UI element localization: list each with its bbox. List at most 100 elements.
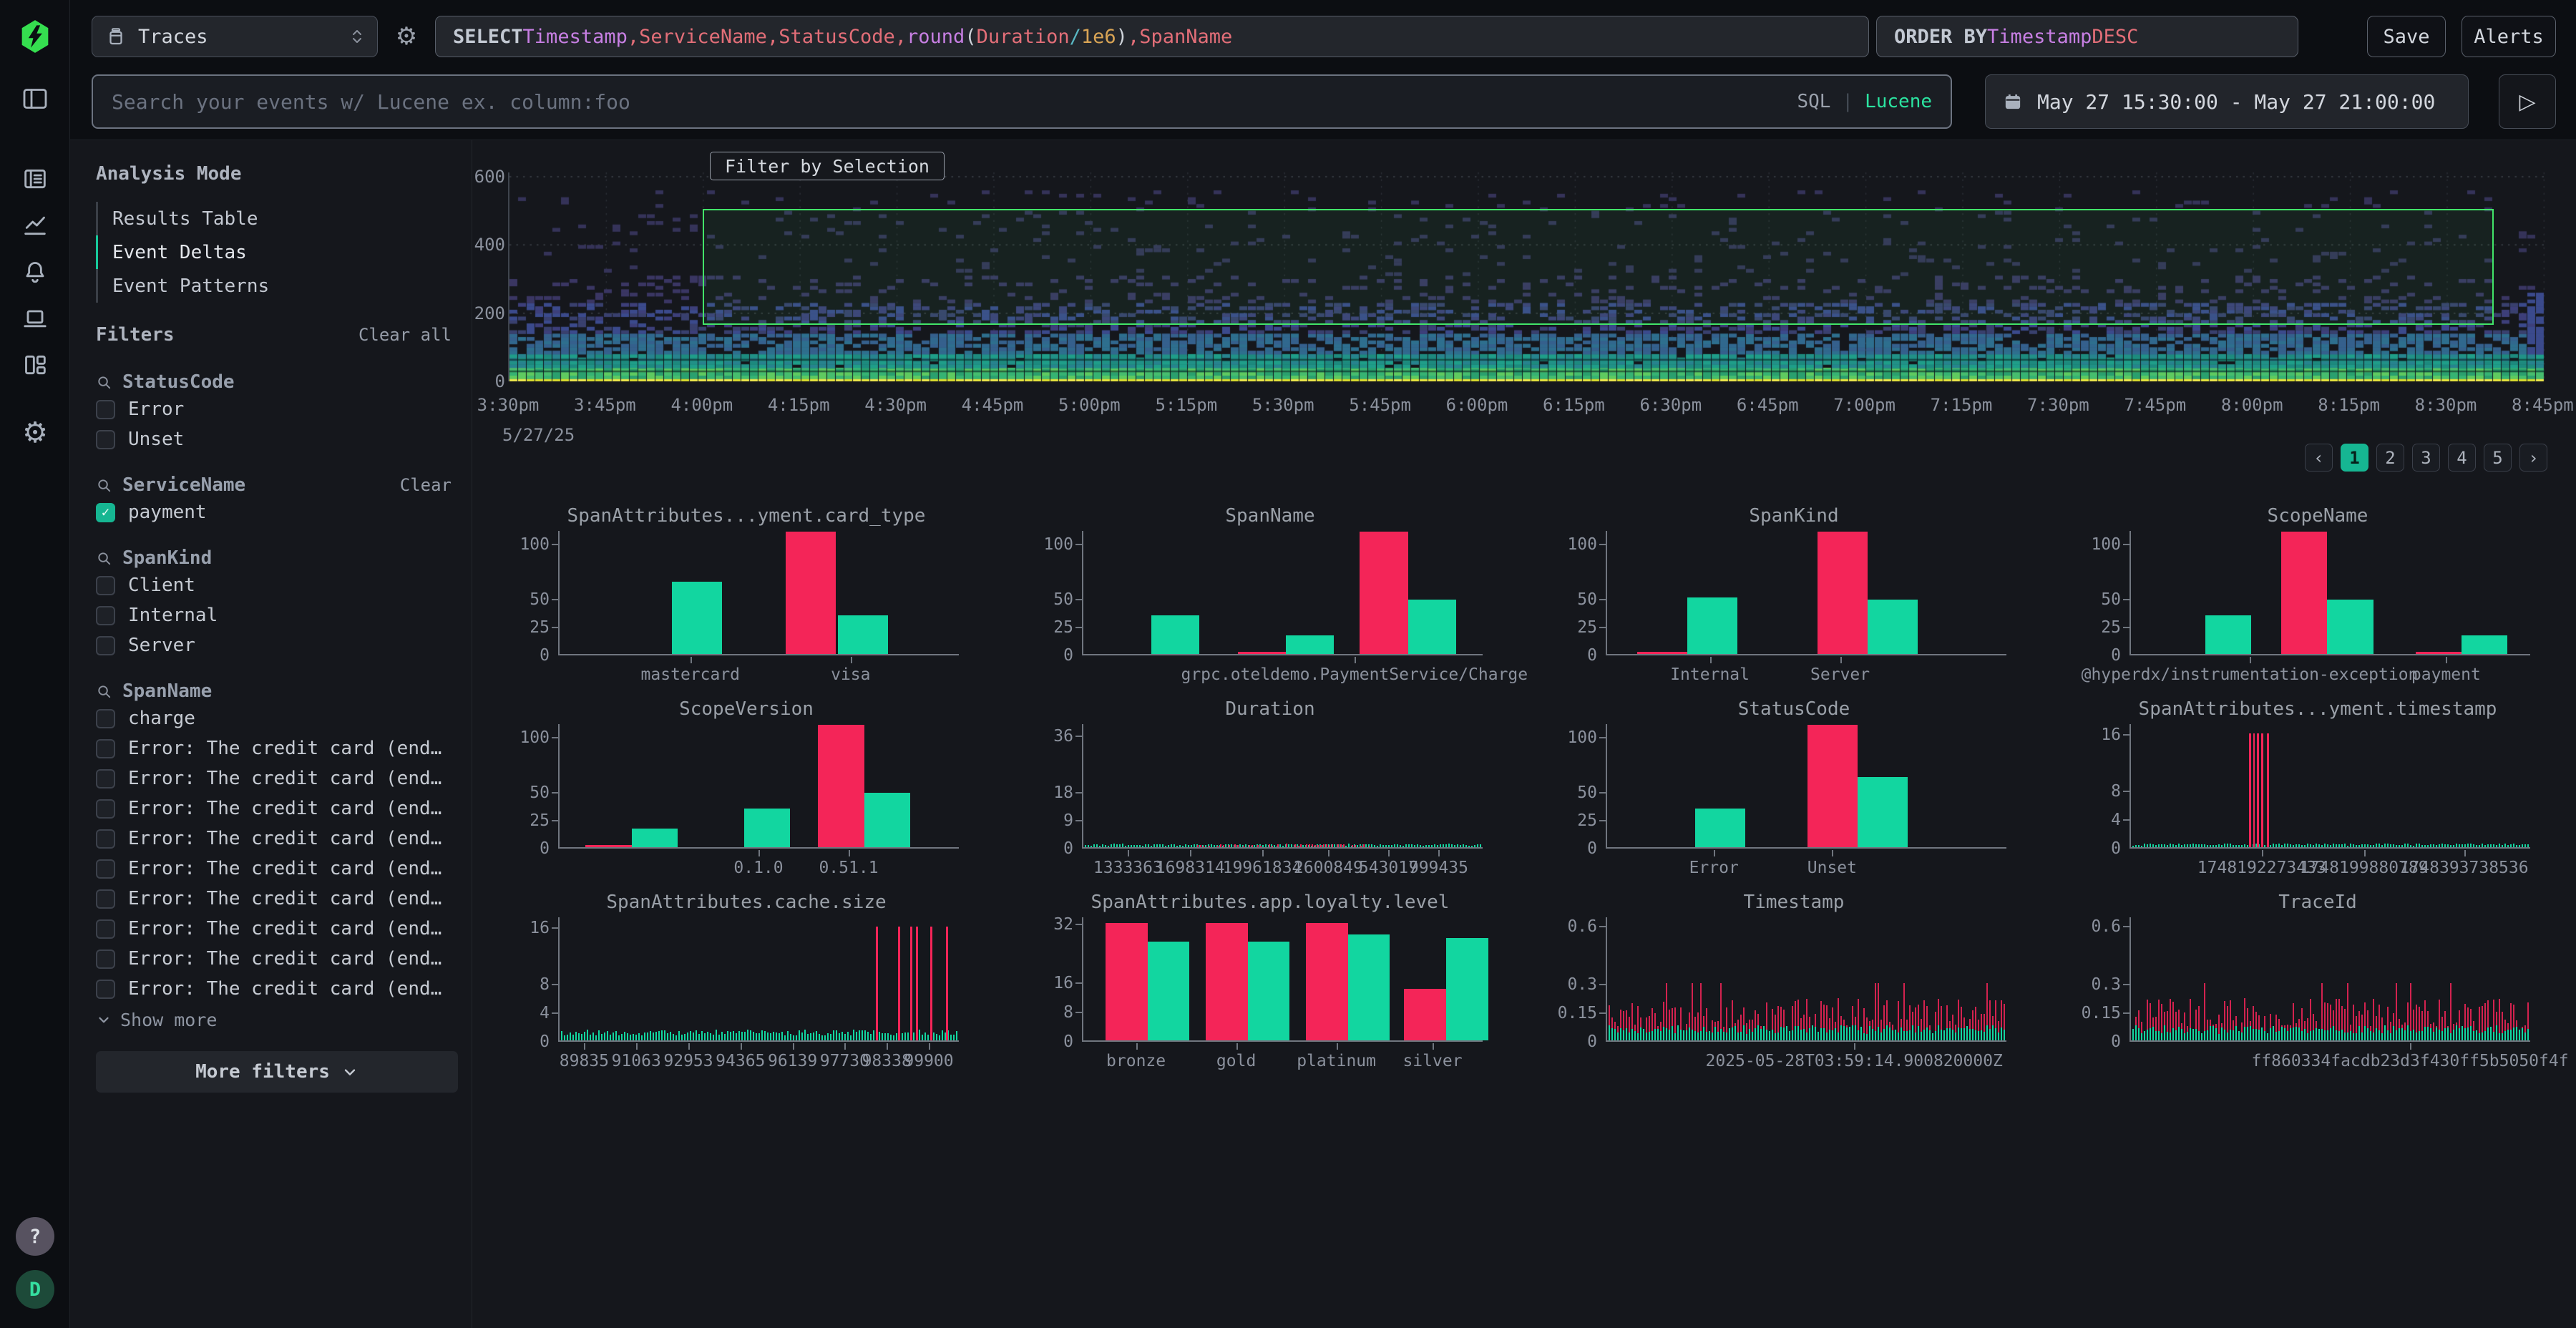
- checkbox[interactable]: ✓: [96, 430, 115, 449]
- pagination-page-2[interactable]: 2: [2376, 444, 2404, 472]
- checkbox[interactable]: ✓: [96, 980, 115, 999]
- alerts-button[interactable]: Alerts: [2462, 16, 2556, 57]
- mini-chart-spanattributes-cache-size[interactable]: SpanAttributes.cache.size048168983591063…: [492, 887, 1000, 1080]
- pagination-page-1[interactable]: 1: [2341, 444, 2368, 472]
- band-green-tick: [1803, 1029, 1805, 1040]
- mini-chart-traceid[interactable]: TraceId00.150.30.6ff860334facdb23d3f430f…: [2064, 887, 2572, 1080]
- filter-group-clear[interactable]: Clear: [400, 475, 452, 495]
- checkbox[interactable]: ✓: [96, 709, 115, 728]
- baseline-tick: [1385, 845, 1387, 847]
- filter-option-label: Error: The credit card (end…: [128, 738, 441, 759]
- mini-chart-spankind[interactable]: SpanKind02550100InternalServer: [1540, 501, 2048, 694]
- baseline-tick: [2190, 844, 2191, 847]
- select-clause-input[interactable]: SELECT Timestamp,ServiceName,StatusCode,…: [435, 16, 1869, 57]
- checkbox[interactable]: ✓: [96, 606, 115, 625]
- baseline-tick: [673, 1034, 674, 1040]
- filter-option[interactable]: ✓Unset: [96, 424, 462, 454]
- chart-selection-region[interactable]: [703, 209, 2494, 325]
- run-query-button[interactable]: ▷: [2499, 74, 2556, 129]
- pagination: ‹ 12345›: [2305, 444, 2547, 472]
- filter-option[interactable]: ✓Error: The credit card (end…: [96, 763, 462, 794]
- band-green-tick: [2212, 1026, 2214, 1040]
- filter-option[interactable]: ✓Error: The credit card (end…: [96, 944, 462, 974]
- checkbox[interactable]: ✓: [96, 739, 115, 758]
- heatmap-x-tick-label: 8:15pm: [2318, 395, 2380, 415]
- checkbox[interactable]: ✓: [96, 859, 115, 879]
- line-chart-icon[interactable]: [21, 211, 49, 240]
- filter-option[interactable]: ✓ Error: The credit card (end…: [96, 733, 462, 763]
- filter-option[interactable]: ✓charge: [96, 703, 462, 733]
- chart-date-label: 5/27/25: [502, 425, 575, 445]
- pagination-page-5[interactable]: 5: [2484, 444, 2512, 472]
- analysis-mode-item-results-table[interactable]: Results Table: [96, 202, 462, 235]
- sessions-icon[interactable]: [21, 304, 49, 333]
- mini-chart-statuscode[interactable]: StatusCode02550100ErrorUnset: [1540, 694, 2048, 887]
- filter-option[interactable]: ✓Error: The credit card (end…: [96, 884, 462, 914]
- filter-option[interactable]: ✓Error: [96, 394, 462, 424]
- checkbox[interactable]: ✓: [96, 949, 115, 969]
- heatmap-plot[interactable]: [508, 172, 2543, 381]
- pagination-page-4[interactable]: 4: [2448, 444, 2476, 472]
- panel-left-icon[interactable]: [21, 84, 49, 113]
- filter-option[interactable]: ✓Error: The credit card (end…: [96, 854, 462, 884]
- checkbox[interactable]: ✓: [96, 400, 115, 419]
- checkbox-checked[interactable]: ✓: [96, 503, 115, 522]
- source-settings-gear-icon[interactable]: ⚙: [385, 16, 428, 57]
- more-filters-button[interactable]: More filters: [96, 1051, 458, 1093]
- source-selector[interactable]: Traces: [92, 16, 378, 57]
- save-button[interactable]: Save: [2367, 16, 2446, 57]
- analysis-mode-item-event-patterns[interactable]: Event Patterns: [96, 269, 462, 303]
- mini-chart-scopename[interactable]: ScopeName02550100@hyperdx/instrumentatio…: [2064, 501, 2572, 694]
- order-by-input[interactable]: ORDER BY Timestamp DESC: [1876, 16, 2298, 57]
- mini-chart-x-tick-label: Unset: [1807, 859, 1857, 877]
- mini-chart-duration[interactable]: Duration09183613333631698314199618342600…: [1016, 694, 1524, 887]
- checkbox[interactable]: ✓: [96, 799, 115, 819]
- help-button[interactable]: ?: [16, 1217, 54, 1256]
- mini-chart-spanattributes-app-loyalty-level[interactable]: SpanAttributes.app.loyalty.level081632br…: [1016, 887, 1524, 1080]
- filter-option[interactable]: ✓Internal: [96, 600, 462, 630]
- band-green-tick: [1706, 1032, 1707, 1040]
- date-range-picker[interactable]: May 27 15:30:00 - May 27 21:00:00: [1985, 74, 2469, 129]
- filter-option[interactable]: ✓Server: [96, 630, 462, 660]
- mode-sql[interactable]: SQL: [1797, 91, 1830, 112]
- alerts-bell-icon[interactable]: [21, 258, 49, 286]
- settings-gear-icon[interactable]: ⚙: [21, 419, 49, 447]
- mode-lucene[interactable]: Lucene: [1865, 91, 1932, 112]
- pagination-next[interactable]: ›: [2519, 444, 2547, 472]
- mini-chart-timestamp[interactable]: Timestamp00.150.30.62025-05-28T03:59:14.…: [1540, 887, 2048, 1080]
- mini-chart-y-tick-label: 32: [1022, 915, 1073, 934]
- analysis-mode-item-event-deltas[interactable]: Event Deltas: [96, 235, 462, 269]
- mini-chart-spanattributes-yment-timestamp[interactable]: SpanAttributes...yment.timestamp04816174…: [2064, 694, 2572, 887]
- x-tick-mark: [1355, 657, 1356, 663]
- band-green-tick: [2210, 1026, 2211, 1040]
- events-icon[interactable]: [21, 165, 49, 193]
- checkbox[interactable]: ✓: [96, 919, 115, 939]
- filter-option[interactable]: ✓Error: The credit card (end…: [96, 794, 462, 824]
- clear-all-filters[interactable]: Clear all: [358, 325, 452, 345]
- baseline-tick: [799, 1030, 800, 1040]
- search-input[interactable]: Search your events w/ Lucene ex. column:…: [92, 74, 1952, 129]
- filter-option[interactable]: ✓Error: The credit card (end…: [96, 824, 462, 854]
- mini-chart-spanname[interactable]: SpanName02550100grpc.oteldemo.PaymentSer…: [1016, 501, 1524, 694]
- filter-option[interactable]: ✓Client: [96, 570, 462, 600]
- mini-chart-title: Duration: [1016, 698, 1524, 720]
- pagination-page-3[interactable]: 3: [2412, 444, 2440, 472]
- mini-chart-scopeversion[interactable]: ScopeVersion025501000.1.00.51.1: [492, 694, 1000, 887]
- checkbox[interactable]: ✓: [96, 576, 115, 595]
- band-green-tick: [2333, 1026, 2334, 1040]
- checkbox[interactable]: ✓: [96, 769, 115, 788]
- checkbox[interactable]: ✓: [96, 636, 115, 655]
- pagination-prev[interactable]: ‹: [2305, 444, 2333, 472]
- mini-chart-spanattributes-yment-card-type[interactable]: SpanAttributes...yment.card_type02550100…: [492, 501, 1000, 694]
- show-more[interactable]: Show more: [96, 1005, 462, 1034]
- filter-option[interactable]: ✓Error: The credit card (end…: [96, 914, 462, 944]
- mini-chart-x-tick-label: @hyperdx/instrumentation-exception: [2082, 665, 2419, 684]
- checkbox[interactable]: ✓: [96, 889, 115, 909]
- checkbox[interactable]: ✓: [96, 829, 115, 849]
- dashboards-icon[interactable]: [21, 351, 49, 379]
- filter-option[interactable]: ✓Error: The credit card (end…: [96, 974, 462, 1004]
- user-avatar[interactable]: D: [16, 1270, 54, 1309]
- filter-option[interactable]: ✓payment: [96, 497, 462, 527]
- filter-by-selection-tooltip[interactable]: Filter by Selection: [710, 152, 945, 180]
- baseline-tick: [698, 1034, 700, 1040]
